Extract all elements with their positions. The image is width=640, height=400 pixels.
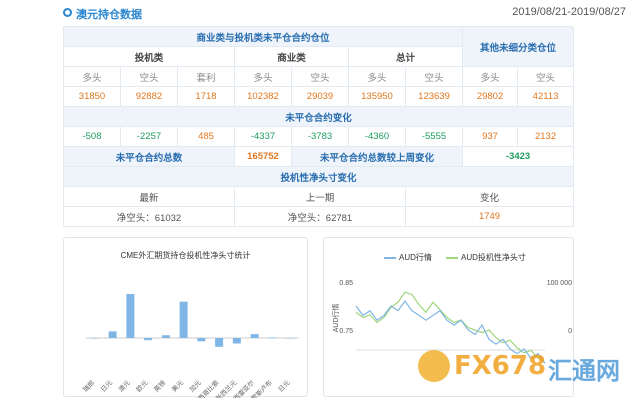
y-axis-label: AUD行情 (331, 304, 340, 333)
total-oi-value: 165752 (234, 146, 292, 167)
y2-tick-label: 100 000 (547, 280, 572, 287)
bar (197, 338, 206, 342)
previous-net-value: 净空头：62781 (234, 206, 406, 227)
oi-change-value: -3423 (462, 146, 575, 167)
net-position-bar-chart: CME外汇期货持仓投机性净头寸统计 瑞郎 日元 澳元 欧元 英镑 美元 加元 墨西哥比索 新西兰… (63, 237, 308, 398)
table-cell: 123639 (404, 86, 464, 107)
table-cell: 937 (462, 126, 519, 147)
x-tick-label: 日元 (99, 378, 114, 393)
other-positions-title: 其他未细分类仓位 (462, 26, 575, 67)
col-short: 空头 (404, 66, 464, 87)
bar (250, 334, 259, 338)
col-long: 多头 (63, 66, 121, 87)
bar (232, 338, 241, 344)
table-cell: -2257 (120, 126, 178, 147)
x-tick-label: 英镑 (152, 378, 168, 394)
group-commercial: 商业类 (234, 46, 349, 67)
section-title-oi-change: 未平仓合约变化 (62, 106, 575, 127)
bar-chart-svg: 瑞郎 日元 澳元 欧元 英镑 美元 加元墨西哥比索新西兰元巴西雷亚尔俄罗斯卢布 日元 (81, 294, 299, 398)
bar (268, 337, 277, 338)
bar (179, 301, 188, 338)
latest-net-value: 净空头：61032 (63, 206, 235, 227)
section-title-positions: 商业类与投机类未平仓合约仓位 (62, 26, 464, 47)
logo-cn: 汇通网 (548, 357, 620, 385)
bar (286, 338, 295, 339)
x-tick-label: 欧元 (134, 378, 150, 394)
positions-table: 商业类与投机类未平仓合约仓位 其他未细分类仓位 投机类 商业类 总计 多头 空头… (62, 26, 575, 227)
table-cell: 29039 (291, 86, 349, 107)
total-oi-label: 未平仓合约总数 (63, 146, 235, 167)
col-short: 空头 (517, 66, 575, 87)
table-cell: -4337 (234, 126, 292, 147)
col-short: 空头 (291, 66, 349, 87)
table-cell: 485 (177, 126, 235, 147)
section-title-net-position: 投机性净头寸变化 (62, 166, 575, 187)
page-header: 澳元持仓数据 2019/08/21-2019/08/27 (0, 0, 640, 26)
bar (144, 338, 153, 341)
col-latest: 最新 (63, 186, 235, 207)
bar (161, 335, 170, 338)
table-cell: 102382 (234, 86, 292, 107)
table-cell: 42113 (517, 86, 575, 107)
table-cell: 1718 (177, 86, 235, 107)
x-tick-label: 澳元 (116, 378, 132, 394)
bar (215, 338, 224, 347)
oi-change-label: 未平仓合约总数较上周变化 (290, 146, 464, 167)
y-tick-label: 0.85 (339, 280, 353, 287)
logo-text: FX678 (454, 351, 547, 381)
col-short: 空头 (120, 66, 178, 87)
y2-tick-label: 0 (568, 328, 572, 335)
table-cell: -5555 (404, 126, 464, 147)
fx678-watermark: FX678 汇通网 (418, 348, 628, 388)
col-previous: 上一期 (234, 186, 406, 207)
x-tick-label: 美元 (169, 378, 185, 394)
bar (126, 294, 135, 338)
x-tick-label: 瑞郎 (81, 378, 97, 394)
net-change-value: 1749 (404, 206, 575, 227)
group-speculative: 投机类 (63, 46, 235, 67)
page-title: 澳元持仓数据 (76, 9, 142, 21)
table-cell: -3783 (291, 126, 349, 147)
table-cell: 29802 (462, 86, 519, 107)
col-spread: 套利 (177, 66, 235, 87)
table-cell: 135950 (348, 86, 406, 107)
bar (108, 331, 117, 338)
table-cell: -4360 (348, 126, 406, 147)
bar (90, 338, 99, 339)
col-long: 多头 (348, 66, 406, 87)
table-cell: -508 (63, 126, 121, 147)
table-cell: 2132 (517, 126, 575, 147)
circle-icon (63, 8, 72, 17)
fx678-logo-icon (418, 350, 450, 382)
col-long: 多头 (234, 66, 292, 87)
table-cell: 92882 (120, 86, 178, 107)
col-change: 变化 (404, 186, 575, 207)
x-tick-label: 日元 (277, 378, 292, 393)
x-tick-label: 加元 (187, 378, 203, 394)
table-cell: 31850 (63, 86, 121, 107)
y-tick-label: 0.75 (339, 328, 353, 335)
col-long: 多头 (462, 66, 519, 87)
group-total: 总计 (347, 46, 464, 67)
date-range: 2019/08/21-2019/08/27 (512, 6, 626, 18)
